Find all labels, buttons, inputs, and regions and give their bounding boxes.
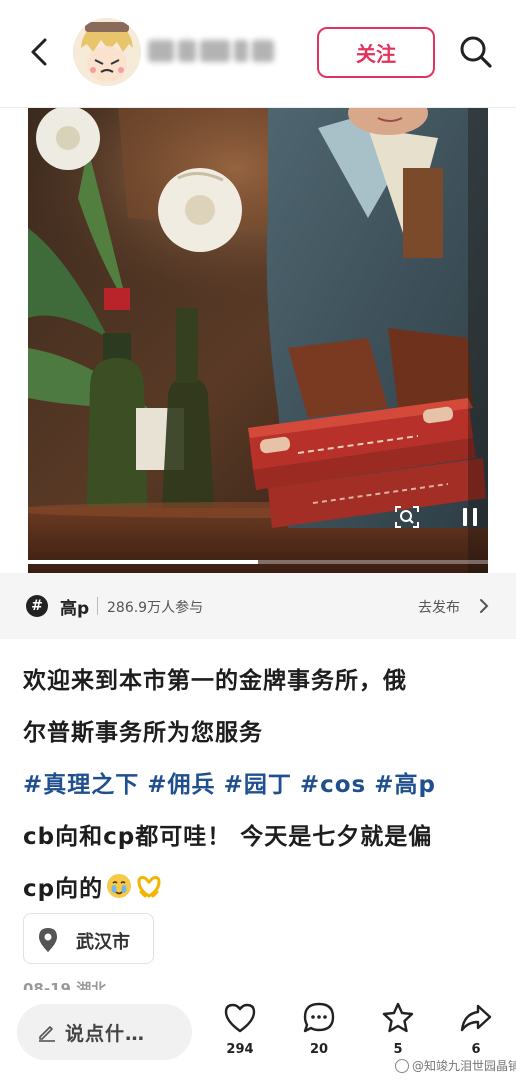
topic-participants: 286.9万人参与 [107, 600, 204, 616]
post-text-line: 尔普斯事务所为您服务 [23, 720, 263, 746]
avatar-image [73, 18, 141, 86]
like-button[interactable]: 294 [215, 1000, 265, 1072]
follow-button[interactable]: 关注 [317, 27, 435, 78]
comment-placeholder: 说点什… [65, 1023, 146, 1045]
chevron-left-icon [31, 38, 47, 66]
avatar[interactable] [73, 18, 141, 86]
heart-icon [224, 1003, 256, 1033]
publish-link[interactable]: 去发布 [418, 597, 460, 617]
back-button[interactable] [22, 34, 58, 70]
topic-divider [97, 597, 98, 615]
watermark-text: @知竣九泪世园晶铺 [412, 1059, 516, 1073]
comment-count: 20 [309, 1042, 329, 1057]
media-progress-track[interactable] [28, 560, 488, 564]
pen-icon [39, 1026, 55, 1042]
top-nav-bar: 关注 [0, 0, 516, 108]
post-media[interactable] [28, 108, 488, 573]
hashtag-icon: # [26, 595, 48, 617]
topic-name: 高p [60, 599, 90, 619]
lens-scan-button[interactable] [394, 504, 420, 530]
share-arrow-icon [460, 1004, 492, 1032]
teary-face-emoji-icon [107, 874, 132, 898]
weibo-logo-icon [395, 1059, 409, 1073]
tag-link[interactable]: #佣兵 [147, 772, 215, 798]
share-count: 6 [471, 1042, 481, 1057]
comment-button[interactable]: 20 [294, 1000, 344, 1072]
tag-link[interactable]: #园丁 [224, 772, 292, 798]
heart-hands-emoji-icon [137, 876, 161, 898]
post-text-line: 欢迎来到本市第一的金牌事务所，俄 [23, 668, 407, 694]
favorite-count: 5 [393, 1042, 403, 1057]
username-blurred[interactable] [148, 36, 280, 66]
search-icon [460, 36, 492, 68]
post-tags: #真理之下 #佣兵 #园丁 #cos #高p [23, 759, 495, 811]
post-text-line: cp向的 [23, 876, 104, 902]
location-tag[interactable]: 武汉市 [23, 913, 154, 964]
media-progress-fill [28, 560, 258, 564]
lens-scan-icon [395, 506, 419, 528]
location-label: 武汉市 [76, 932, 130, 953]
location-pin-icon [39, 928, 57, 952]
like-count: 294 [226, 1042, 254, 1057]
comment-input[interactable]: 说点什… [17, 1004, 192, 1060]
tag-link[interactable]: #cos [300, 772, 366, 798]
pause-icon [463, 508, 477, 526]
tag-link[interactable]: #高p [374, 772, 436, 798]
star-icon [382, 1002, 414, 1033]
post-text-line: cb向和cp都可哇！ 今天是七夕就是偏 [23, 824, 433, 850]
post-body: 欢迎来到本市第一的金牌事务所，俄 尔普斯事务所为您服务 #真理之下 #佣兵 #园丁 #… [23, 655, 495, 915]
post-text-line-with-emoji: cp向的 [23, 863, 495, 915]
watermark: @知竣九泪世园晶铺 [395, 1057, 516, 1074]
tag-link[interactable]: #真理之下 [23, 772, 139, 798]
search-button[interactable] [456, 32, 496, 72]
topic-bar[interactable]: # 高p 286.9万人参与 去发布 [0, 573, 516, 639]
chevron-right-icon[interactable] [478, 598, 490, 614]
pause-button[interactable] [458, 505, 482, 529]
comment-bubble-icon [303, 1002, 335, 1033]
